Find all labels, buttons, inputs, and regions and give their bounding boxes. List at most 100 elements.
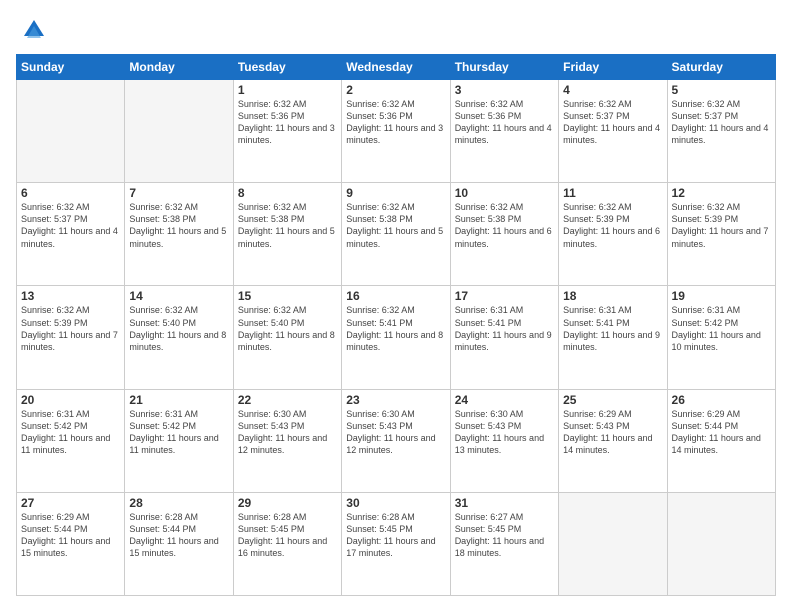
day-info: Sunrise: 6:32 AM Sunset: 5:37 PM Dayligh… xyxy=(563,98,662,147)
calendar-header-tuesday: Tuesday xyxy=(233,55,341,80)
day-info: Sunrise: 6:29 AM Sunset: 5:44 PM Dayligh… xyxy=(21,511,120,560)
day-number: 9 xyxy=(346,186,445,200)
page: SundayMondayTuesdayWednesdayThursdayFrid… xyxy=(0,0,792,612)
day-number: 1 xyxy=(238,83,337,97)
calendar-header-thursday: Thursday xyxy=(450,55,558,80)
logo-icon xyxy=(20,16,48,44)
day-number: 25 xyxy=(563,393,662,407)
calendar-cell: 19Sunrise: 6:31 AM Sunset: 5:42 PM Dayli… xyxy=(667,286,775,389)
calendar-cell: 3Sunrise: 6:32 AM Sunset: 5:36 PM Daylig… xyxy=(450,80,558,183)
day-info: Sunrise: 6:30 AM Sunset: 5:43 PM Dayligh… xyxy=(238,408,337,457)
day-info: Sunrise: 6:32 AM Sunset: 5:41 PM Dayligh… xyxy=(346,304,445,353)
day-info: Sunrise: 6:32 AM Sunset: 5:36 PM Dayligh… xyxy=(455,98,554,147)
calendar-week-2: 6Sunrise: 6:32 AM Sunset: 5:37 PM Daylig… xyxy=(17,183,776,286)
calendar-header-saturday: Saturday xyxy=(667,55,775,80)
day-info: Sunrise: 6:27 AM Sunset: 5:45 PM Dayligh… xyxy=(455,511,554,560)
calendar-table: SundayMondayTuesdayWednesdayThursdayFrid… xyxy=(16,54,776,596)
calendar-cell: 10Sunrise: 6:32 AM Sunset: 5:38 PM Dayli… xyxy=(450,183,558,286)
header xyxy=(16,16,776,44)
day-number: 14 xyxy=(129,289,228,303)
day-info: Sunrise: 6:32 AM Sunset: 5:37 PM Dayligh… xyxy=(21,201,120,250)
calendar-cell: 1Sunrise: 6:32 AM Sunset: 5:36 PM Daylig… xyxy=(233,80,341,183)
day-number: 23 xyxy=(346,393,445,407)
calendar-cell: 21Sunrise: 6:31 AM Sunset: 5:42 PM Dayli… xyxy=(125,389,233,492)
day-number: 4 xyxy=(563,83,662,97)
calendar-cell xyxy=(17,80,125,183)
day-info: Sunrise: 6:32 AM Sunset: 5:40 PM Dayligh… xyxy=(129,304,228,353)
calendar-cell: 4Sunrise: 6:32 AM Sunset: 5:37 PM Daylig… xyxy=(559,80,667,183)
calendar-cell: 14Sunrise: 6:32 AM Sunset: 5:40 PM Dayli… xyxy=(125,286,233,389)
calendar-cell: 27Sunrise: 6:29 AM Sunset: 5:44 PM Dayli… xyxy=(17,492,125,595)
calendar-cell: 12Sunrise: 6:32 AM Sunset: 5:39 PM Dayli… xyxy=(667,183,775,286)
day-info: Sunrise: 6:29 AM Sunset: 5:43 PM Dayligh… xyxy=(563,408,662,457)
calendar-header-monday: Monday xyxy=(125,55,233,80)
day-info: Sunrise: 6:32 AM Sunset: 5:38 PM Dayligh… xyxy=(346,201,445,250)
day-number: 21 xyxy=(129,393,228,407)
calendar-cell: 5Sunrise: 6:32 AM Sunset: 5:37 PM Daylig… xyxy=(667,80,775,183)
day-info: Sunrise: 6:31 AM Sunset: 5:42 PM Dayligh… xyxy=(672,304,771,353)
day-info: Sunrise: 6:31 AM Sunset: 5:41 PM Dayligh… xyxy=(455,304,554,353)
day-info: Sunrise: 6:29 AM Sunset: 5:44 PM Dayligh… xyxy=(672,408,771,457)
calendar-header-wednesday: Wednesday xyxy=(342,55,450,80)
calendar-cell: 20Sunrise: 6:31 AM Sunset: 5:42 PM Dayli… xyxy=(17,389,125,492)
day-number: 19 xyxy=(672,289,771,303)
calendar-cell xyxy=(667,492,775,595)
day-info: Sunrise: 6:28 AM Sunset: 5:45 PM Dayligh… xyxy=(346,511,445,560)
day-number: 30 xyxy=(346,496,445,510)
day-number: 5 xyxy=(672,83,771,97)
day-number: 10 xyxy=(455,186,554,200)
calendar-week-4: 20 Sunrise: 6:31 AM Sunset: 5:42 PM Dayli… xyxy=(17,389,776,492)
calendar-cell: 16Sunrise: 6:32 AM Sunset: 5:41 PM Dayli… xyxy=(342,286,450,389)
calendar-cell: 11Sunrise: 6:32 AM Sunset: 5:39 PM Dayli… xyxy=(559,183,667,286)
calendar-cell: 9Sunrise: 6:32 AM Sunset: 5:38 PM Daylig… xyxy=(342,183,450,286)
day-number: 29 xyxy=(238,496,337,510)
day-number: 7 xyxy=(129,186,228,200)
day-number: 20 xyxy=(21,393,120,407)
day-number: 3 xyxy=(455,83,554,97)
calendar-cell: 22Sunrise: 6:30 AM Sunset: 5:43 PM Dayli… xyxy=(233,389,341,492)
calendar-week-3: 13Sunrise: 6:32 AM Sunset: 5:39 PM Dayli… xyxy=(17,286,776,389)
calendar-week-5: 27Sunrise: 6:29 AM Sunset: 5:44 PM Dayli… xyxy=(17,492,776,595)
day-info: Sunrise: 6:32 AM Sunset: 5:38 PM Dayligh… xyxy=(238,201,337,250)
day-number: 13 xyxy=(21,289,120,303)
calendar-cell: 24Sunrise: 6:30 AM Sunset: 5:43 PM Dayli… xyxy=(450,389,558,492)
day-number: 8 xyxy=(238,186,337,200)
day-number: 17 xyxy=(455,289,554,303)
day-info: Sunrise: 6:31 AM Sunset: 5:41 PM Dayligh… xyxy=(563,304,662,353)
calendar-header-sunday: Sunday xyxy=(17,55,125,80)
day-info: Sunrise: 6:32 AM Sunset: 5:39 PM Dayligh… xyxy=(563,201,662,250)
day-info: Sunrise: 6:28 AM Sunset: 5:44 PM Dayligh… xyxy=(129,511,228,560)
day-info: Sunrise: 6:32 AM Sunset: 5:39 PM Dayligh… xyxy=(21,304,120,353)
calendar-cell: 13Sunrise: 6:32 AM Sunset: 5:39 PM Dayli… xyxy=(17,286,125,389)
day-number: 26 xyxy=(672,393,771,407)
day-number: 11 xyxy=(563,186,662,200)
day-info: Sunrise: 6:31 AM Sunset: 5:42 PM Dayligh… xyxy=(129,408,228,457)
day-number: 18 xyxy=(563,289,662,303)
calendar-cell: 26Sunrise: 6:29 AM Sunset: 5:44 PM Dayli… xyxy=(667,389,775,492)
calendar-cell: 15Sunrise: 6:32 AM Sunset: 5:40 PM Dayli… xyxy=(233,286,341,389)
day-info: Sunrise: 6:32 AM Sunset: 5:40 PM Dayligh… xyxy=(238,304,337,353)
calendar-cell: 25Sunrise: 6:29 AM Sunset: 5:43 PM Dayli… xyxy=(559,389,667,492)
day-number: 31 xyxy=(455,496,554,510)
calendar-week-1: 1Sunrise: 6:32 AM Sunset: 5:36 PM Daylig… xyxy=(17,80,776,183)
day-info: Sunrise: 6:32 AM Sunset: 5:38 PM Dayligh… xyxy=(129,201,228,250)
calendar-cell: 8Sunrise: 6:32 AM Sunset: 5:38 PM Daylig… xyxy=(233,183,341,286)
day-number: 12 xyxy=(672,186,771,200)
calendar-cell xyxy=(559,492,667,595)
calendar-cell: 28Sunrise: 6:28 AM Sunset: 5:44 PM Dayli… xyxy=(125,492,233,595)
calendar-cell: 30Sunrise: 6:28 AM Sunset: 5:45 PM Dayli… xyxy=(342,492,450,595)
calendar-cell: 31Sunrise: 6:27 AM Sunset: 5:45 PM Dayli… xyxy=(450,492,558,595)
calendar-cell: 2Sunrise: 6:32 AM Sunset: 5:36 PM Daylig… xyxy=(342,80,450,183)
day-info: Sunrise: 6:30 AM Sunset: 5:43 PM Dayligh… xyxy=(455,408,554,457)
calendar-header-friday: Friday xyxy=(559,55,667,80)
calendar-cell: 17Sunrise: 6:31 AM Sunset: 5:41 PM Dayli… xyxy=(450,286,558,389)
day-number: 6 xyxy=(21,186,120,200)
day-number: 27 xyxy=(21,496,120,510)
calendar-cell: 18Sunrise: 6:31 AM Sunset: 5:41 PM Dayli… xyxy=(559,286,667,389)
day-number: 15 xyxy=(238,289,337,303)
logo xyxy=(16,16,48,44)
calendar-cell: 6Sunrise: 6:32 AM Sunset: 5:37 PM Daylig… xyxy=(17,183,125,286)
day-info: Sunrise: 6:32 AM Sunset: 5:36 PM Dayligh… xyxy=(238,98,337,147)
calendar-header-row: SundayMondayTuesdayWednesdayThursdayFrid… xyxy=(17,55,776,80)
calendar-cell xyxy=(125,80,233,183)
